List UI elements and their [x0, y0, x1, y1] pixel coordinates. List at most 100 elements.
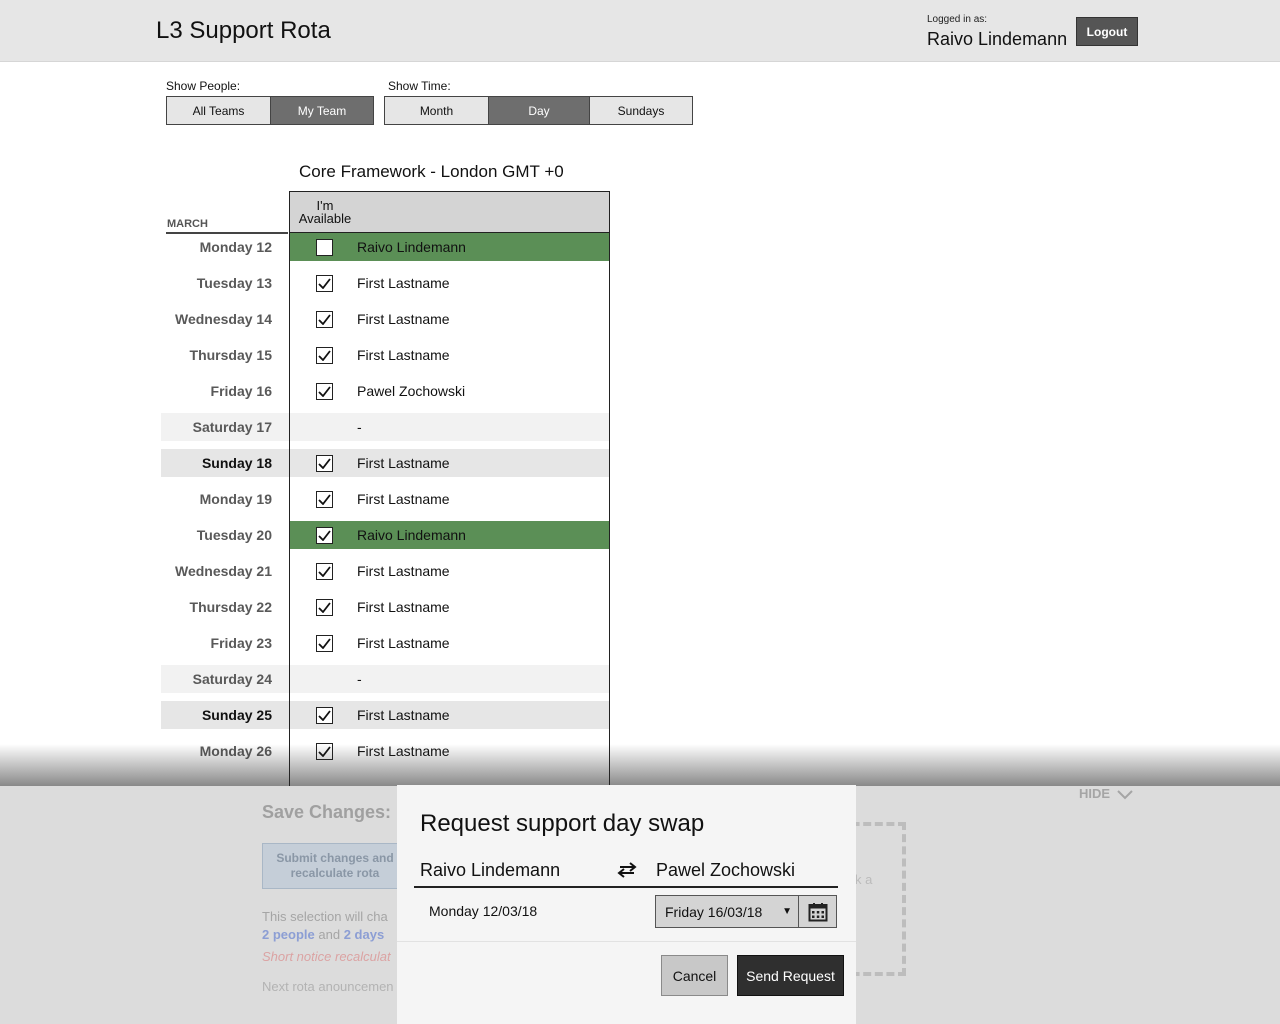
assigned-person: First Lastname [357, 635, 450, 651]
swap-request-modal: Request support day swap Raivo Lindemann… [397, 785, 856, 1024]
checkmark-icon [318, 566, 331, 577]
app-title: L3 Support Rota [156, 17, 331, 44]
rota-day-label: Thursday 15 [189, 347, 272, 363]
and-text: and [318, 927, 341, 942]
dropdown-caret-icon: ▼ [782, 906, 792, 917]
available-header-line2: Available [298, 211, 352, 226]
rota-row: Monday 12 Raivo Lindemann [161, 233, 610, 269]
rota-day-label: Wednesday 14 [174, 311, 272, 327]
rota-slot[interactable]: Raivo Lindemann [290, 233, 609, 261]
rota-slot[interactable]: First Lastname [290, 593, 609, 621]
month-label: MARCH [167, 218, 208, 230]
availability-checkbox[interactable] [316, 383, 333, 400]
assigned-person: - [357, 671, 362, 687]
available-header-text: I'm Available [290, 199, 360, 225]
rota-day-label: Thursday 22 [189, 599, 272, 615]
people-my-team-button[interactable]: My Team [271, 97, 373, 124]
assigned-person: First Lastname [357, 599, 450, 615]
calendar-button[interactable] [798, 895, 837, 928]
selection-info-text: This selection will cha [262, 909, 388, 924]
rota-day-label: Friday 16 [210, 383, 272, 399]
time-month-button[interactable]: Month [385, 97, 489, 124]
rota-slot[interactable]: First Lastname [290, 701, 609, 729]
rota-row: Monday 19 First Lastname [161, 485, 610, 521]
team-title: Core Framework - London GMT +0 [299, 162, 564, 181]
rota-day-label: Monday 12 [199, 239, 272, 255]
swap-to-date-value: Friday 16/03/18 [665, 903, 763, 920]
modal-divider-line [414, 886, 838, 888]
assigned-person: First Lastname [357, 347, 450, 363]
availability-checkbox[interactable] [316, 347, 333, 364]
panel-shadow [0, 744, 1280, 786]
show-time-label: Show Time: [388, 79, 451, 93]
rota-slot[interactable]: First Lastname [290, 305, 609, 333]
checkmark-icon [318, 638, 331, 649]
days-count: 2 days [343, 927, 385, 942]
show-people-label: Show People: [166, 79, 241, 93]
rota-slot[interactable]: First Lastname [290, 485, 609, 513]
assigned-person: First Lastname [357, 275, 450, 291]
availability-checkbox[interactable] [316, 491, 333, 508]
availability-checkbox[interactable] [316, 563, 333, 580]
checkmark-icon [318, 602, 331, 613]
checkmark-icon [318, 350, 331, 361]
time-toggle: Month Day Sundays [384, 96, 693, 125]
rota-row: Wednesday 14 First Lastname [161, 305, 610, 341]
assigned-person: First Lastname [357, 455, 450, 471]
rota-slot[interactable]: - [290, 665, 609, 693]
availability-checkbox[interactable] [316, 527, 333, 544]
rota-slot[interactable]: First Lastname [290, 557, 609, 585]
modal-title: Request support day swap [420, 810, 705, 837]
checkmark-icon [318, 494, 331, 505]
availability-checkbox[interactable] [316, 707, 333, 724]
rota-slot[interactable]: Raivo Lindemann [290, 521, 609, 549]
assigned-person: First Lastname [357, 563, 450, 579]
people-count: 2 people [262, 927, 315, 942]
chevron-down-icon [1116, 789, 1133, 799]
time-day-button[interactable]: Day [489, 97, 590, 124]
available-column-header: I'm Available [290, 192, 609, 233]
selection-stats: 2 people and 2 days [262, 927, 384, 942]
rota-day-label: Sunday 18 [161, 449, 289, 477]
short-notice-warning: Short notice recalculat [262, 949, 391, 964]
assigned-person: First Lastname [357, 491, 450, 507]
swap-from-date: Monday 12/03/18 [429, 903, 538, 919]
hide-panel-link[interactable]: HIDE [1079, 786, 1133, 801]
rota-slot[interactable]: First Lastname [290, 629, 609, 657]
rota-row: Sunday 25 First Lastname [161, 701, 610, 737]
rota-row: Friday 23 First Lastname [161, 629, 610, 665]
availability-checkbox[interactable] [316, 275, 333, 292]
availability-checkbox[interactable] [316, 239, 333, 256]
people-all-teams-button[interactable]: All Teams [167, 97, 271, 124]
rota-slot[interactable]: First Lastname [290, 449, 609, 477]
logged-in-label: Logged in as: [927, 14, 988, 25]
rota-slot[interactable]: First Lastname [290, 341, 609, 369]
rota-row: Sunday 18 First Lastname [161, 449, 610, 485]
rota-slot[interactable]: First Lastname [290, 269, 609, 297]
time-sundays-button[interactable]: Sundays [590, 97, 692, 124]
top-bar: L3 Support Rota Logged in as: Raivo Lind… [0, 0, 1280, 62]
assigned-person: Raivo Lindemann [357, 527, 466, 543]
cancel-button[interactable]: Cancel [661, 955, 728, 996]
swap-to-date-select[interactable]: Friday 16/03/18 ▼ [655, 895, 799, 928]
logout-button[interactable]: Logout [1076, 17, 1138, 46]
rota-slot[interactable]: Pawel Zochowski [290, 377, 609, 405]
swap-from-person: Raivo Lindemann [420, 860, 561, 880]
send-request-button[interactable]: Send Request [737, 955, 844, 996]
availability-checkbox[interactable] [316, 635, 333, 652]
hide-label: HIDE [1079, 786, 1111, 801]
availability-checkbox[interactable] [316, 599, 333, 616]
rota-day-label: Tuesday 20 [196, 527, 272, 543]
rota-row: Saturday 17 - [161, 413, 610, 449]
submit-recalculate-button[interactable]: Submit changes and recalculate rota [262, 843, 408, 889]
swap-arrows-icon [617, 862, 637, 878]
rota-day-label: Friday 23 [210, 635, 272, 651]
rota-row: Thursday 22 First Lastname [161, 593, 610, 629]
assigned-person: Pawel Zochowski [357, 383, 466, 399]
availability-checkbox[interactable] [316, 311, 333, 328]
rota-slot[interactable]: - [290, 413, 609, 441]
checkmark-icon [318, 314, 331, 325]
rota-row: Saturday 24 - [161, 665, 610, 701]
modal-footer-divider [397, 941, 856, 942]
availability-checkbox[interactable] [316, 455, 333, 472]
